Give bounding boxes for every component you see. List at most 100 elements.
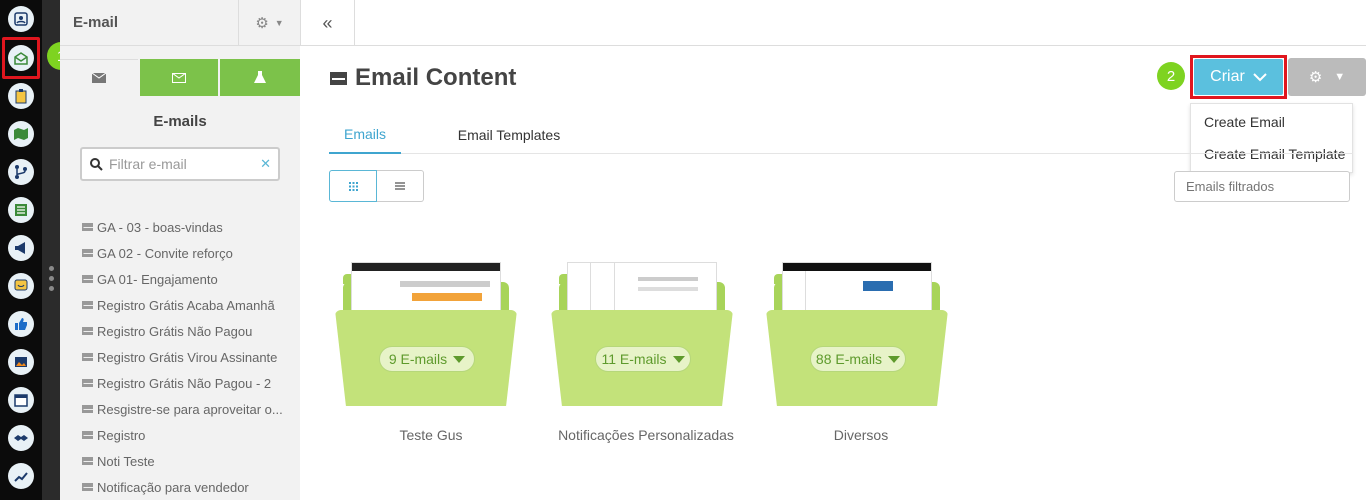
- list-item-label: Registro Grátis Não Pagou: [97, 323, 253, 339]
- list-item[interactable]: Registro Grátis Não Pagou: [82, 318, 292, 344]
- chevron-down-icon: [1253, 72, 1267, 81]
- list-icon: [395, 182, 405, 190]
- top-bar: «: [300, 0, 1366, 46]
- envelope-icon: [82, 275, 93, 283]
- handshake-icon[interactable]: [8, 425, 34, 451]
- grip-dot[interactable]: [49, 266, 54, 271]
- map-icon[interactable]: [8, 121, 34, 147]
- envelope-icon: [82, 249, 93, 257]
- caret-down-icon: [453, 355, 466, 363]
- envelope-outline-icon: [172, 72, 186, 83]
- email-sidebar: E-mail ⚙ ▼ E-mails ✕ GA - 03 - boas-vind…: [60, 0, 300, 500]
- rail-separator: [42, 0, 60, 500]
- list-item-label: Registro Grátis Virou Assinante: [97, 349, 278, 365]
- image-chart-icon[interactable]: [8, 349, 34, 375]
- clear-icon[interactable]: ✕: [260, 156, 271, 172]
- tab-tests[interactable]: [220, 59, 300, 96]
- folder-label[interactable]: Notificações Personalizadas: [546, 427, 746, 443]
- calendar-icon[interactable]: [8, 387, 34, 413]
- criar-label: Criar: [1210, 68, 1245, 85]
- step-badge-2: 2: [1157, 62, 1185, 90]
- app-rail: [0, 0, 42, 500]
- page-title: Email Content: [330, 64, 516, 92]
- email-count: 88 E-mails: [815, 351, 883, 367]
- tab-emails[interactable]: Emails: [329, 116, 401, 154]
- folder-card[interactable]: 88 E-mails: [766, 260, 948, 410]
- list-item-label: Notificação para vendedor: [97, 479, 249, 495]
- chat-icon[interactable]: [8, 273, 34, 299]
- email-count-pill[interactable]: 88 E-mails: [810, 346, 906, 372]
- sidebar-tabs: [60, 59, 300, 96]
- filtered-emails-input[interactable]: [1174, 171, 1350, 202]
- caret-down-icon: [672, 355, 685, 363]
- page-title-text: Email Content: [355, 64, 517, 91]
- envelope-icon: [82, 431, 93, 439]
- envelope-icon: [82, 327, 93, 335]
- double-chevron-left-icon: «: [322, 12, 333, 33]
- caret-down-icon: [888, 355, 901, 363]
- branch-icon[interactable]: [8, 159, 34, 185]
- folder-label[interactable]: Teste Gus: [331, 427, 531, 443]
- list-item-label: GA 01- Engajamento: [97, 271, 218, 287]
- gear-icon: ⚙: [255, 14, 269, 32]
- tab-templates[interactable]: [140, 59, 218, 96]
- envelope-icon: [92, 73, 106, 83]
- grip-dot[interactable]: [49, 276, 54, 281]
- email-list: GA - 03 - boas-vindas GA 02 - Convite re…: [82, 214, 292, 500]
- megaphone-icon[interactable]: [8, 235, 34, 261]
- sidebar-title: E-mail: [73, 14, 119, 31]
- view-toggle: [329, 170, 424, 202]
- contact-icon[interactable]: [8, 6, 34, 32]
- caret-down-icon: ▼: [1334, 71, 1346, 83]
- folder-card[interactable]: 9 E-mails: [335, 260, 517, 410]
- grid-icon: [348, 181, 358, 191]
- list-item-label: GA 02 - Convite reforço: [97, 245, 233, 261]
- list-item[interactable]: Registro Grátis Virou Assinante: [82, 344, 292, 370]
- email-count-pill[interactable]: 11 E-mails: [595, 346, 691, 372]
- list-item[interactable]: Resgistre-se para aproveitar o...: [82, 396, 292, 422]
- list-item[interactable]: Registro Grátis Não Pagou - 2: [82, 370, 292, 396]
- tab-emails[interactable]: [60, 59, 138, 96]
- thumbs-up-icon[interactable]: [8, 311, 34, 337]
- collapse-sidebar-button[interactable]: «: [301, 0, 355, 46]
- sidebar-header: E-mail ⚙ ▼: [60, 0, 300, 46]
- folder-label[interactable]: Diversos: [761, 427, 961, 443]
- gear-icon: ⚙: [1308, 69, 1323, 86]
- settings-dropdown-button[interactable]: ⚙ ▼: [1288, 58, 1366, 96]
- list-item-label: Resgistre-se para aproveitar o...: [97, 401, 283, 417]
- list-item-label: Registro Grátis Acaba Amanhã: [97, 297, 275, 313]
- filter-email-field[interactable]: ✕: [80, 147, 280, 181]
- envelope-icon: [82, 483, 93, 491]
- sidebar-settings-button[interactable]: ⚙ ▼: [238, 0, 300, 46]
- criar-button[interactable]: Criar: [1194, 59, 1283, 95]
- email-count: 9 E-mails: [388, 351, 448, 367]
- email-count: 11 E-mails: [601, 351, 667, 367]
- content-tabs: Emails Email Templates: [329, 116, 1353, 154]
- list-item[interactable]: Registro Grátis Acaba Amanhã: [82, 292, 292, 318]
- folder-card[interactable]: 11 E-mails: [551, 260, 733, 410]
- list-item[interactable]: Notificação para vendedor: [82, 474, 292, 500]
- list-item[interactable]: Registro: [82, 422, 292, 448]
- clipboard-icon[interactable]: [8, 83, 34, 109]
- envelope-icon: [82, 405, 93, 413]
- list-view-button[interactable]: [377, 170, 424, 202]
- analytics-icon[interactable]: [8, 463, 34, 489]
- list-item[interactable]: GA - 03 - boas-vindas: [82, 214, 292, 240]
- list-item-label: Noti Teste: [97, 453, 155, 469]
- grip-dot[interactable]: [49, 286, 54, 291]
- list-item-label: Registro Grátis Não Pagou - 2: [97, 375, 272, 391]
- filter-email-input[interactable]: [109, 156, 259, 172]
- sidebar-subtitle: E-mails: [153, 113, 207, 130]
- list-item[interactable]: GA 01- Engajamento: [82, 266, 292, 292]
- email-count-pill[interactable]: 9 E-mails: [379, 346, 475, 372]
- list-item[interactable]: Noti Teste: [82, 448, 292, 474]
- tab-email-templates[interactable]: Email Templates: [439, 116, 579, 154]
- list-icon[interactable]: [8, 197, 34, 223]
- envelope-icon: [82, 223, 93, 231]
- envelope-icon: [82, 353, 93, 361]
- grid-view-button[interactable]: [329, 170, 377, 202]
- active-item-highlight: [2, 37, 40, 79]
- list-item-label: Registro: [97, 427, 146, 443]
- envelope-icon: [330, 71, 347, 85]
- list-item[interactable]: GA 02 - Convite reforço: [82, 240, 292, 266]
